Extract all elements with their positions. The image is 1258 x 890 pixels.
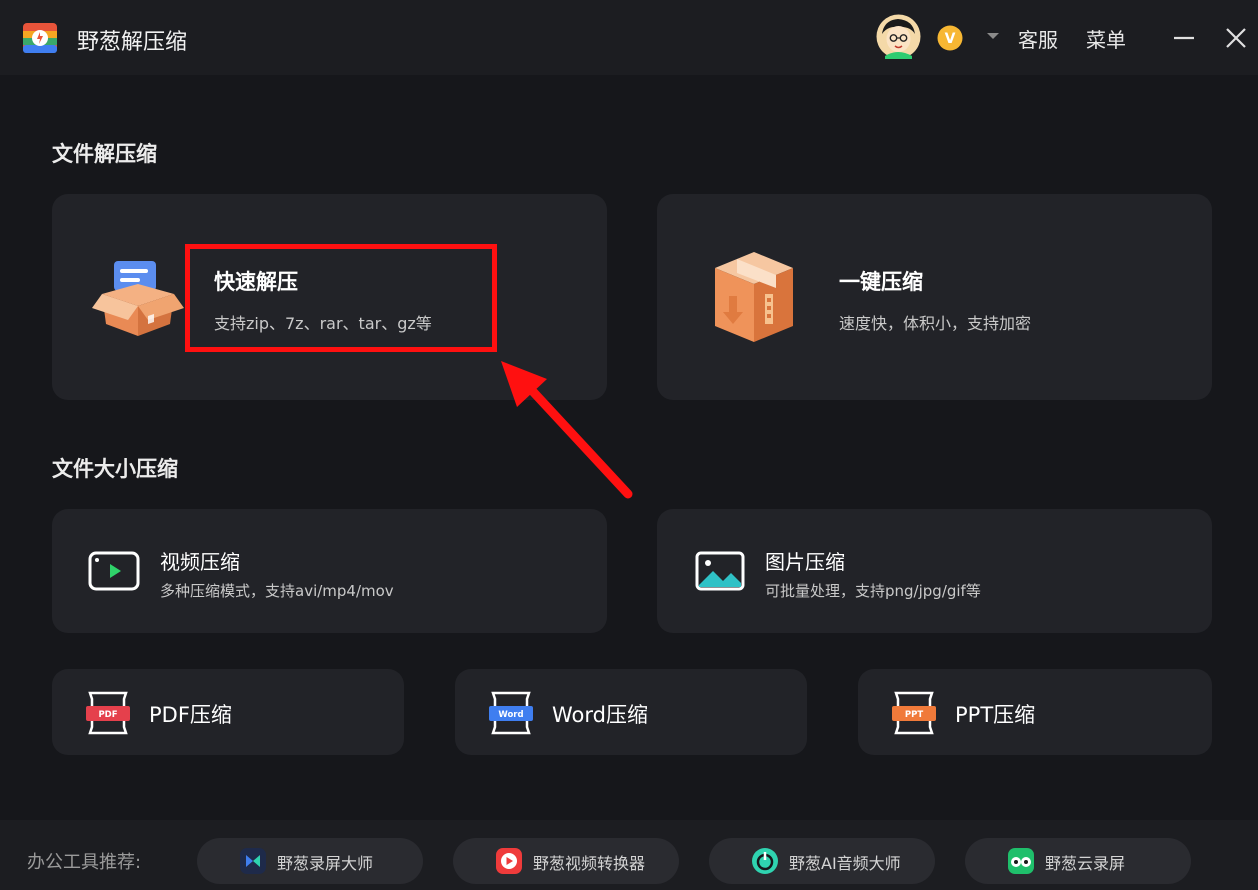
menu-button[interactable]: 菜单 <box>1086 24 1126 53</box>
svg-text:V: V <box>945 31 956 47</box>
tool-label: 野葱视频转换器 <box>533 854 646 873</box>
one-click-compress-card[interactable]: 一键压缩 速度快，体积小，支持加密 <box>657 194 1212 400</box>
image-compress-card[interactable]: 图片压缩 可批量处理，支持png/jpg/gif等 <box>657 509 1212 633</box>
image-compress-desc: 可批量处理，支持png/jpg/gif等 <box>765 582 981 600</box>
closed-box-icon <box>715 252 793 342</box>
open-box-icon <box>92 261 184 336</box>
minimize-icon[interactable] <box>1170 24 1198 52</box>
tool-audio-master[interactable]: 野葱AI音频大师 <box>709 838 935 884</box>
cloud-recorder-icon <box>1008 848 1034 874</box>
decompress-section-title: 文件解压缩 <box>52 142 157 166</box>
tool-label: 野葱录屏大师 <box>277 854 374 873</box>
ppt-compress-card[interactable]: PPT PPT压缩 <box>858 669 1212 755</box>
word-compress-card[interactable]: Word Word压缩 <box>455 669 807 755</box>
pdf-icon: PDF <box>86 691 130 735</box>
video-compress-title: 视频压缩 <box>160 550 240 574</box>
size-compress-section-title: 文件大小压缩 <box>52 457 178 481</box>
tool-screen-recorder[interactable]: 野葱录屏大师 <box>197 838 423 884</box>
screen-recorder-icon <box>240 848 266 874</box>
tool-label: 野葱AI音频大师 <box>789 854 901 873</box>
ppt-icon: PPT <box>892 691 936 735</box>
footer-label: 办公工具推荐: <box>27 852 142 873</box>
user-avatar[interactable] <box>876 14 921 59</box>
video-icon <box>88 551 140 591</box>
vip-coin-icon[interactable]: V <box>937 25 963 51</box>
svg-text:Word: Word <box>498 710 523 720</box>
word-icon: Word <box>489 691 533 735</box>
highlight-box <box>185 244 497 352</box>
annotation-arrow-icon <box>501 361 633 499</box>
video-compress-desc: 多种压缩模式，支持avi/mp4/mov <box>160 582 394 600</box>
title-bar: 野葱解压缩 V 客服 菜单 <box>0 0 1258 75</box>
audio-master-icon <box>752 848 778 874</box>
dropdown-arrow-icon[interactable] <box>985 31 1001 41</box>
pdf-compress-card[interactable]: PDF PDF压缩 <box>52 669 404 755</box>
app-title: 野葱解压缩 <box>77 30 188 55</box>
tool-label: 野葱云录屏 <box>1045 854 1126 873</box>
ppt-compress-title: PPT压缩 <box>955 703 1036 727</box>
svg-text:PDF: PDF <box>98 710 117 720</box>
image-compress-title: 图片压缩 <box>765 550 845 574</box>
tool-cloud-recorder[interactable]: 野葱云录屏 <box>965 838 1191 884</box>
word-compress-title: Word压缩 <box>552 703 648 727</box>
one-click-compress-title: 一键压缩 <box>839 270 923 294</box>
footer-bar: 办公工具推荐: 野葱录屏大师 野葱视频转换器 野葱AI音频大师 野葱云录屏 <box>0 820 1258 890</box>
image-icon <box>695 551 745 591</box>
tool-video-converter[interactable]: 野葱视频转换器 <box>453 838 679 884</box>
pdf-compress-title: PDF压缩 <box>149 703 232 727</box>
app-logo-icon <box>23 23 57 53</box>
customer-service-button[interactable]: 客服 <box>1018 24 1058 53</box>
one-click-compress-desc: 速度快，体积小，支持加密 <box>839 314 1032 333</box>
video-compress-card[interactable]: 视频压缩 多种压缩模式，支持avi/mp4/mov <box>52 509 607 633</box>
svg-text:PPT: PPT <box>905 710 923 720</box>
close-icon[interactable] <box>1222 24 1250 52</box>
video-converter-icon <box>496 848 522 874</box>
